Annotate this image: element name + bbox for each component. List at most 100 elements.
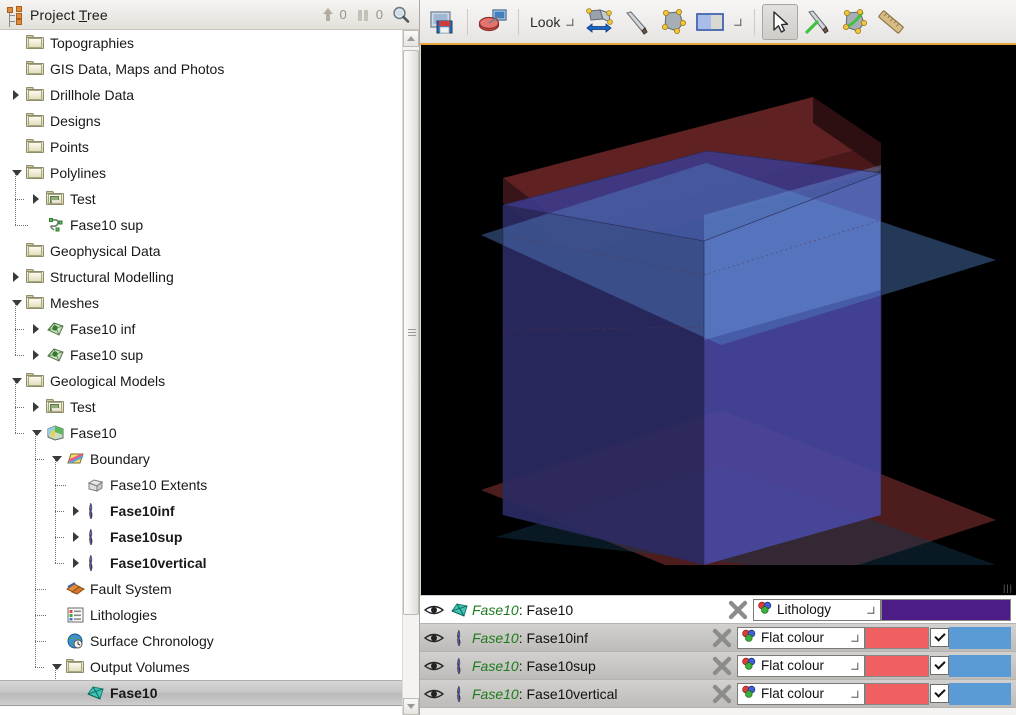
colour-swatch[interactable] <box>881 598 1011 621</box>
slice-tool-button[interactable] <box>618 4 654 40</box>
back-colour-checkbox[interactable] <box>930 628 949 647</box>
eye-icon[interactable] <box>420 631 448 645</box>
back-colour-swatch[interactable] <box>949 682 1011 705</box>
save-view-button[interactable] <box>424 4 460 40</box>
tree-vertical-scrollbar[interactable] <box>402 30 419 715</box>
twisty-expanded-icon[interactable] <box>10 290 26 316</box>
remove-x-icon[interactable] <box>707 684 737 704</box>
pointer-tool-button[interactable] <box>762 3 799 40</box>
shape-list-row[interactable]: Fase10: Fase10sup Flat colour <box>420 652 1016 680</box>
twisty-expanded-icon[interactable] <box>30 420 46 446</box>
tree-item-fase10[interactable]: Fase10 <box>0 420 402 446</box>
twisty-expanded-icon[interactable] <box>10 368 26 394</box>
tree-item-geophysical-data[interactable]: Geophysical Data <box>0 238 402 264</box>
twisty-placeholder <box>10 30 26 56</box>
colour-swatch[interactable] <box>865 626 929 649</box>
tree-item-topographies[interactable]: Topographies <box>0 30 402 56</box>
twisty-expanded-icon[interactable] <box>50 654 66 680</box>
chevron-down-icon <box>848 630 864 646</box>
tree-item-fase10inf[interactable]: Fase10inf <box>0 498 402 524</box>
draw-polygon-button[interactable] <box>836 4 872 40</box>
remove-x-icon[interactable] <box>707 656 737 676</box>
scene-to-screen-button[interactable] <box>475 4 511 40</box>
scene-viewport[interactable]: ||| <box>420 45 1016 595</box>
viewport-resize-grip[interactable]: ||| <box>1003 583 1013 593</box>
eye-icon[interactable] <box>420 659 448 673</box>
split-view-dropdown[interactable] <box>729 4 747 40</box>
tree-item-fase10vertical[interactable]: Fase10vertical <box>0 550 402 576</box>
shape-project-name: Fase10 <box>472 657 519 674</box>
colour-swatch[interactable] <box>865 682 929 705</box>
tree-item-geological-models[interactable]: Geological Models <box>0 368 402 394</box>
pause-bars-icon[interactable] <box>355 6 373 24</box>
shape-list-row[interactable]: Fase10: Fase10inf Flat colour <box>420 624 1016 652</box>
back-colour-swatch[interactable] <box>949 626 1011 649</box>
tree-item-designs[interactable]: Designs <box>0 108 402 134</box>
flip-view-button[interactable] <box>581 4 617 40</box>
twisty-collapsed-icon[interactable] <box>30 186 46 212</box>
tree-item-lithologies[interactable]: Lithologies <box>0 602 402 628</box>
tree-item-fase10-extents[interactable]: Fase10 Extents <box>0 472 402 498</box>
eye-icon[interactable] <box>420 687 448 701</box>
project-tree-scroll-area[interactable]: Topographies GIS Data, Maps and Photos Dri… <box>0 30 419 715</box>
back-colour-swatch[interactable] <box>949 654 1011 677</box>
tree-item-structural-modelling[interactable]: Structural Modelling <box>0 264 402 290</box>
tree-item-fase10-sup[interactable]: Fase10 sup <box>0 342 402 368</box>
tree-item-label: Meshes <box>50 295 100 311</box>
tree-item-label: Drillhole Data <box>50 87 135 103</box>
scroll-thumb[interactable] <box>403 50 419 615</box>
project-tree-list[interactable]: Topographies GIS Data, Maps and Photos Dri… <box>0 30 402 715</box>
twisty-expanded-icon[interactable] <box>10 160 26 186</box>
scene-panel: Look ||| Fase10: Fase10 Lithology Fase10… <box>420 0 1016 715</box>
tree-item-fase10-sup[interactable]: Fase10 sup <box>0 212 402 238</box>
tree-item-label: Fase10inf <box>110 503 175 519</box>
twisty-collapsed-icon[interactable] <box>10 82 26 108</box>
scroll-up-button[interactable] <box>403 30 419 47</box>
twisty-collapsed-icon[interactable] <box>30 394 46 420</box>
colour-by-dropdown[interactable]: Lithology <box>753 598 881 621</box>
look-dropdown[interactable]: Look <box>526 14 580 30</box>
colour-by-dropdown[interactable]: Flat colour <box>737 654 865 677</box>
twisty-collapsed-icon[interactable] <box>30 316 46 342</box>
back-colour-checkbox[interactable] <box>930 684 949 703</box>
surface-chronology-icon <box>66 633 85 649</box>
shape-list[interactable]: Fase10: Fase10 Lithology Fase10: Fase10inf… <box>420 595 1016 715</box>
tree-item-fault-system[interactable]: Fault System <box>0 576 402 602</box>
eye-icon[interactable] <box>420 603 448 617</box>
tree-item-fase10sup[interactable]: Fase10sup <box>0 524 402 550</box>
tree-item-gis-data-maps-and-photos[interactable]: GIS Data, Maps and Photos <box>0 56 402 82</box>
colour-swatch[interactable] <box>865 654 929 677</box>
tree-item-drillhole-data[interactable]: Drillhole Data <box>0 82 402 108</box>
tree-item-test[interactable]: Test <box>0 186 402 212</box>
colour-by-dropdown[interactable]: Flat colour <box>737 682 865 705</box>
twisty-collapsed-icon[interactable] <box>30 342 46 368</box>
tree-item-test[interactable]: Test <box>0 394 402 420</box>
scroll-down-button[interactable] <box>403 698 419 715</box>
shape-list-row[interactable]: Fase10: Fase10 Lithology <box>420 596 1016 624</box>
tree-item-label: Topographies <box>50 35 135 51</box>
magnifier-icon[interactable] <box>391 5 411 25</box>
twisty-collapsed-icon[interactable] <box>10 264 26 290</box>
colour-by-dropdown[interactable]: Flat colour <box>737 626 865 649</box>
tree-item-meshes[interactable]: Meshes <box>0 290 402 316</box>
tree-item-output-volumes[interactable]: Output Volumes <box>0 654 402 680</box>
tree-item-boundary[interactable]: Boundary <box>0 446 402 472</box>
back-colour-checkbox[interactable] <box>930 656 949 675</box>
remove-x-icon[interactable] <box>723 600 753 620</box>
upload-arrow-icon[interactable] <box>319 6 337 24</box>
twisty-expanded-icon[interactable] <box>50 446 66 472</box>
tree-item-points[interactable]: Points <box>0 134 402 160</box>
shape-list-row[interactable]: Fase10: Fase10vertical Flat colour <box>420 680 1016 708</box>
remove-x-icon[interactable] <box>707 628 737 648</box>
tree-item-polylines[interactable]: Polylines <box>0 160 402 186</box>
draw-slice-button[interactable] <box>799 4 835 40</box>
twisty-collapsed-icon[interactable] <box>70 550 86 576</box>
split-view-button[interactable] <box>692 4 728 40</box>
twisty-collapsed-icon[interactable] <box>70 498 86 524</box>
polygon-tool-button[interactable] <box>655 4 691 40</box>
tree-item-fase10[interactable]: Fase10 <box>0 680 402 706</box>
tree-item-fase10-inf[interactable]: Fase10 inf <box>0 316 402 342</box>
measure-tool-button[interactable] <box>873 4 909 40</box>
twisty-collapsed-icon[interactable] <box>70 524 86 550</box>
tree-item-surface-chronology[interactable]: Surface Chronology <box>0 628 402 654</box>
